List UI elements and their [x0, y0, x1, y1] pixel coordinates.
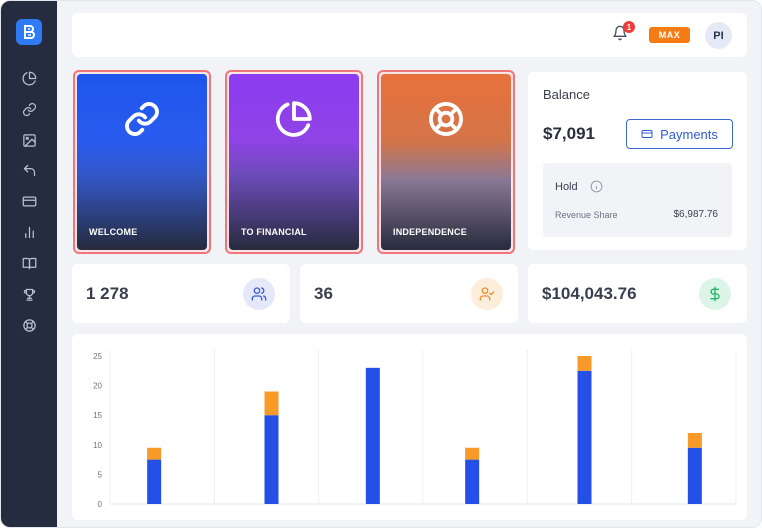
users-icon: [243, 278, 275, 310]
bar-segment-primary: [365, 367, 380, 504]
info-icon[interactable]: [590, 180, 603, 193]
logo-b-icon[interactable]: [16, 19, 42, 45]
lifebuoy-icon[interactable]: [19, 315, 39, 335]
link-icon: [123, 100, 161, 138]
bar-segment-primary: [465, 459, 480, 504]
y-tick-label: 0: [98, 500, 103, 509]
notification-bell-icon[interactable]: 1: [612, 21, 635, 45]
card-welcome[interactable]: WELCOME: [73, 70, 211, 254]
top-bar: 1 MAX PI: [72, 13, 747, 57]
pie-chart-icon: [275, 100, 313, 138]
bar-segment-primary: [264, 415, 279, 504]
sidebar: [1, 1, 57, 527]
y-tick-label: 25: [93, 352, 102, 361]
trophy-icon[interactable]: [19, 284, 39, 304]
stacked-bar-chart: 0 5 10 15 20 25: [93, 350, 737, 509]
user-check-icon: [471, 278, 503, 310]
lifebuoy-icon: [427, 100, 465, 138]
balance-panel: Balance $7,091 Payments Hold Revenue Sha…: [528, 72, 747, 250]
balance-amount: $7,091: [543, 124, 595, 143]
card-welcome-body: WELCOME: [77, 74, 207, 250]
bar-segment-secondary: [687, 432, 702, 448]
card-independence-body: INDEPENDENCE: [381, 74, 511, 250]
notification-count-badge: 1: [623, 21, 635, 33]
plan-badge[interactable]: MAX: [649, 27, 690, 43]
stat-active-users: 36: [300, 264, 518, 323]
stat-active-users-value: 36: [314, 284, 333, 303]
bar-chart-icon[interactable]: [19, 222, 39, 242]
payments-button[interactable]: Payments: [626, 119, 733, 149]
credit-card-icon: [641, 130, 653, 138]
hold-title: Hold: [555, 181, 578, 193]
bar-segment-primary: [577, 370, 592, 504]
dollar-icon: [699, 278, 731, 310]
bar-segment-primary: [147, 459, 162, 504]
link-icon[interactable]: [19, 99, 39, 119]
chart-panel: 0 5 10 15 20 25: [72, 334, 747, 520]
y-tick-label: 10: [93, 441, 102, 450]
card-label: TO FINANCIAL: [241, 227, 307, 237]
card-to-financial[interactable]: TO FINANCIAL: [225, 70, 363, 254]
revenue-share-label: Revenue Share: [555, 210, 618, 220]
hold-box: Hold Revenue Share $6,987.76: [543, 163, 732, 237]
payments-button-label: Payments: [660, 126, 718, 142]
avatar[interactable]: PI: [705, 22, 732, 49]
card-independence[interactable]: INDEPENDENCE: [377, 70, 515, 254]
card-label: WELCOME: [89, 227, 138, 237]
image-icon[interactable]: [19, 130, 39, 150]
bar-segment-secondary: [577, 356, 592, 371]
stat-users-value: 1 278: [86, 284, 129, 303]
bar-segment-secondary: [147, 447, 162, 460]
y-tick-label: 15: [93, 411, 102, 420]
stat-revenue-value: $104,043.76: [542, 284, 637, 303]
book-icon[interactable]: [19, 253, 39, 273]
credit-card-icon[interactable]: [19, 191, 39, 211]
stat-revenue: $104,043.76: [528, 264, 747, 323]
balance-title: Balance: [543, 87, 590, 102]
pie-chart-icon[interactable]: [19, 68, 39, 88]
y-tick-label: 20: [93, 382, 102, 391]
stat-users: 1 278: [72, 264, 290, 323]
y-tick-label: 5: [98, 470, 103, 479]
revenue-share-value: $6,987.76: [673, 209, 719, 220]
app-window: 1 MAX PI WELCOME TO FINANCIAL INDEPENDEN…: [0, 0, 762, 528]
bar-segment-primary: [687, 447, 702, 504]
card-label: INDEPENDENCE: [393, 227, 467, 237]
undo-arrow-icon[interactable]: [19, 160, 39, 180]
card-to-financial-body: TO FINANCIAL: [229, 74, 359, 250]
bar-segment-secondary: [465, 447, 480, 460]
bar-segment-secondary: [264, 391, 279, 416]
